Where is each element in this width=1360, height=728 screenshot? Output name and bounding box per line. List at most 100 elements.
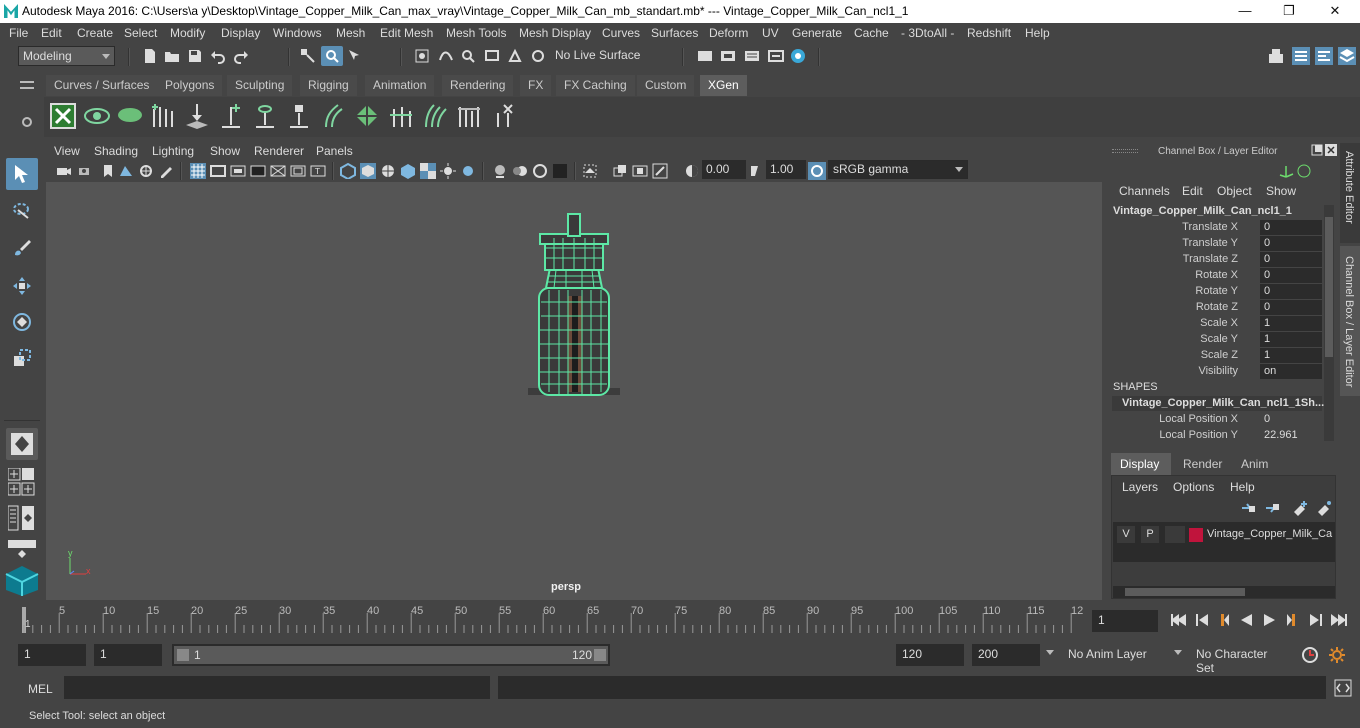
field-chart-icon[interactable] <box>270 163 286 179</box>
bookmark-icon[interactable] <box>100 163 116 179</box>
playback-end-field[interactable]: 120 <box>896 644 964 666</box>
graph-editor-layout-icon[interactable] <box>8 540 36 558</box>
attr-row-local-position-y[interactable]: Local Position Y 22.961 <box>1108 428 1322 444</box>
select-tool-button[interactable] <box>6 158 38 190</box>
menu-mesh[interactable]: Mesh <box>336 26 365 40</box>
wireframe-on-shaded-icon[interactable] <box>380 163 396 179</box>
menu-file[interactable]: File <box>9 26 28 40</box>
layer-hscrollbar[interactable] <box>1113 586 1335 598</box>
viewport-menu-renderer[interactable]: Renderer <box>254 144 304 158</box>
shelf-tab-sculpting[interactable]: Sculpting <box>227 75 293 96</box>
menu-generate[interactable]: Generate <box>792 26 842 40</box>
layout-four-view-icon[interactable] <box>8 468 36 482</box>
step-forward-key-icon[interactable] <box>1308 612 1324 628</box>
current-frame-field[interactable]: 1 <box>1092 610 1158 632</box>
range-handle-start[interactable] <box>177 649 189 661</box>
color-management-icon[interactable] <box>808 162 826 180</box>
shelf-tab-polygons[interactable]: Polygons <box>157 75 223 96</box>
resolution-gate-icon[interactable] <box>230 163 246 179</box>
frame-selection-icon[interactable] <box>632 163 648 179</box>
move-layer-up-icon[interactable] <box>1240 500 1256 516</box>
select-hierarchy-icon[interactable] <box>300 48 316 64</box>
channel-box-side-tab[interactable]: Channel Box / Layer Editor <box>1340 246 1360 396</box>
menu-mesh-tools[interactable]: Mesh Tools <box>446 26 506 40</box>
layers-menu[interactable]: Layers <box>1122 480 1158 494</box>
options-menu[interactable]: Options <box>1173 480 1214 494</box>
attr-value[interactable]: 0 <box>1260 268 1322 283</box>
wireframe-shading-icon[interactable] <box>340 163 356 179</box>
minimize-button[interactable]: — <box>1222 0 1268 23</box>
object-name[interactable]: Vintage_Copper_Milk_Can_ncl1_1 <box>1113 205 1292 217</box>
attr-value[interactable]: 0 <box>1260 412 1322 427</box>
maya-cube-icon[interactable] <box>4 565 40 597</box>
shadows-icon[interactable] <box>460 163 476 179</box>
shelf-tab-fx-caching[interactable]: FX Caching <box>556 75 635 96</box>
save-scene-icon[interactable] <box>187 48 203 64</box>
scrollbar-thumb[interactable] <box>1325 217 1333 357</box>
hypershade-icon[interactable] <box>790 48 806 64</box>
layer-visibility-toggle[interactable]: V <box>1117 526 1135 543</box>
select-objects-mode-button[interactable] <box>321 46 343 66</box>
shelf-tab-rendering[interactable]: Rendering <box>442 75 514 96</box>
auto-key-icon[interactable] <box>1300 646 1320 664</box>
toggle-attribute-editor-icon[interactable] <box>1292 47 1310 65</box>
viewport-menu-show[interactable]: Show <box>210 144 240 158</box>
attr-value[interactable]: 0 <box>1260 300 1322 315</box>
attr-row-local-position-x[interactable]: Local Position X 0 <box>1108 412 1322 428</box>
menu-select[interactable]: Select <box>124 26 157 40</box>
mode-dropdown[interactable]: Modeling <box>18 46 115 66</box>
viewport-menu-view[interactable]: View <box>54 144 80 158</box>
menu-edit-mesh[interactable]: Edit Mesh <box>380 26 433 40</box>
menu-curves[interactable]: Curves <box>602 26 640 40</box>
layer-tab-render[interactable]: Render <box>1174 453 1230 475</box>
float-panel-icon[interactable] <box>1311 144 1323 156</box>
snap-point-icon[interactable] <box>460 48 476 64</box>
attr-row-visibility[interactable]: Visibility on <box>1108 364 1322 380</box>
xgen-region-icon[interactable] <box>352 101 382 131</box>
attr-value[interactable]: 0 <box>1260 252 1322 267</box>
select-components-icon[interactable] <box>347 48 363 64</box>
menu-display[interactable]: Display <box>221 26 260 40</box>
undo-icon[interactable] <box>210 48 226 64</box>
menu-cache[interactable]: Cache <box>854 26 889 40</box>
shelf-tab-curves-surfaces[interactable]: Curves / Surfaces <box>46 75 158 96</box>
rotate-tool-button[interactable] <box>6 306 38 338</box>
menu-create[interactable]: Create <box>77 26 113 40</box>
anim-layer-dropdown[interactable]: No Anim Layer <box>1062 644 1162 666</box>
exposure-icon[interactable] <box>684 163 700 179</box>
command-input[interactable] <box>64 676 490 699</box>
anti-aliasing-icon[interactable] <box>532 163 548 179</box>
close-panel-icon[interactable] <box>1325 144 1337 156</box>
xgen-lock-guide-icon[interactable] <box>284 101 314 131</box>
range-slider[interactable]: 1 120 <box>172 644 610 666</box>
show-menu[interactable]: Show <box>1266 184 1296 198</box>
layer-row[interactable]: V P Vintage_Copper_Milk_Ca <box>1117 526 1332 544</box>
redo-icon[interactable] <box>233 48 249 64</box>
range-handle-end[interactable] <box>594 649 606 661</box>
layer-tab-display[interactable]: Display <box>1111 453 1171 475</box>
attr-row-scale-y[interactable]: Scale Y 1 <box>1108 332 1322 348</box>
snap-grid-icon[interactable] <box>414 48 430 64</box>
viewport-menu-shading[interactable]: Shading <box>94 144 138 158</box>
motion-blur-icon[interactable] <box>512 163 528 179</box>
paint-select-tool-button[interactable] <box>6 232 38 264</box>
new-layer-from-selection-icon[interactable] <box>1316 500 1332 516</box>
gamma-icon[interactable] <box>748 163 764 179</box>
layer-tab-anim[interactable]: Anim <box>1232 453 1282 475</box>
shape-row[interactable]: Vintage_Copper_Milk_Can_ncl1_1Sh... <box>1112 396 1324 411</box>
attr-row-rotate-y[interactable]: Rotate Y 0 <box>1108 284 1322 300</box>
step-back-frame-icon[interactable] <box>1215 612 1231 628</box>
single-perspective-view-button[interactable] <box>6 428 38 460</box>
menu-redshift[interactable]: Redshift <box>967 26 1011 40</box>
lasso-tool-button[interactable] <box>6 196 38 228</box>
zoom-region-icon[interactable] <box>652 163 668 179</box>
workspace-icon[interactable] <box>1268 48 1284 64</box>
help-menu[interactable]: Help <box>1230 480 1255 494</box>
exposure-field[interactable]: 0.00 <box>702 160 746 179</box>
textured-icon[interactable] <box>400 163 416 179</box>
xgen-cut-icon[interactable] <box>454 101 484 131</box>
toggle-tool-settings-icon[interactable] <box>1315 47 1333 65</box>
layout-two-view-icon[interactable] <box>8 482 36 496</box>
channel-box-scrollbar[interactable] <box>1324 205 1334 441</box>
isolate-select-icon[interactable] <box>582 163 598 179</box>
